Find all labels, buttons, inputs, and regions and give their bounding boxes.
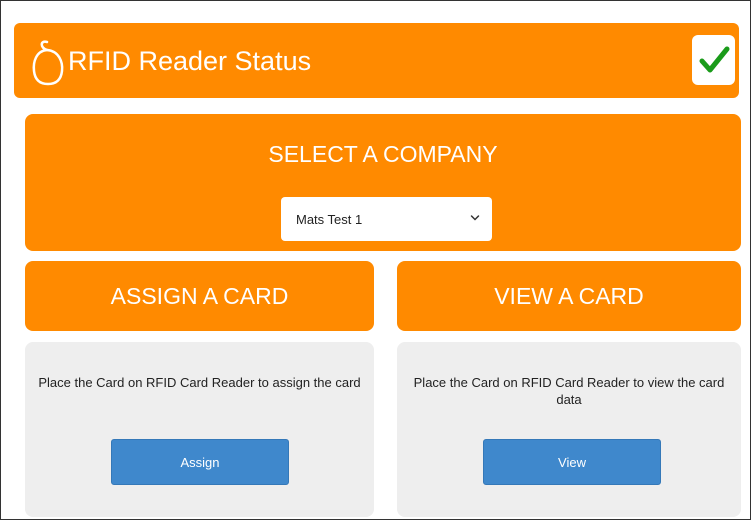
page-title: RFID Reader Status [68,46,312,76]
view-card-heading: VIEW A CARD [397,261,741,331]
company-select[interactable]: Mats Test 1 [281,197,492,241]
checkmark-icon [699,46,729,73]
assign-card-panel: Place the Card on RFID Card Reader to as… [25,342,374,517]
company-heading: SELECT A COMPANY [268,141,498,167]
header-bar: RFID Reader Status [14,23,739,98]
company-select-value: Mats Test 1 [296,211,363,227]
company-select-panel: SELECT A COMPANY Mats Test 1 [25,114,741,251]
assign-button[interactable]: Assign [111,439,289,485]
view-card-panel: Place the Card on RFID Card Reader to vi… [397,342,741,517]
view-button[interactable]: View [483,439,661,485]
assign-card-description: Place the Card on RFID Card Reader to as… [38,375,361,390]
chevron-down-icon [470,215,480,221]
view-card-description: Place the Card on RFID Card Reader to vi… [413,375,725,407]
reader-status-indicator [692,35,735,85]
assign-card-heading: ASSIGN A CARD [25,261,374,331]
app-frame: RFID Reader Status SELECT A COMPANY Mats… [0,0,751,520]
rfid-reader-icon [32,40,64,86]
